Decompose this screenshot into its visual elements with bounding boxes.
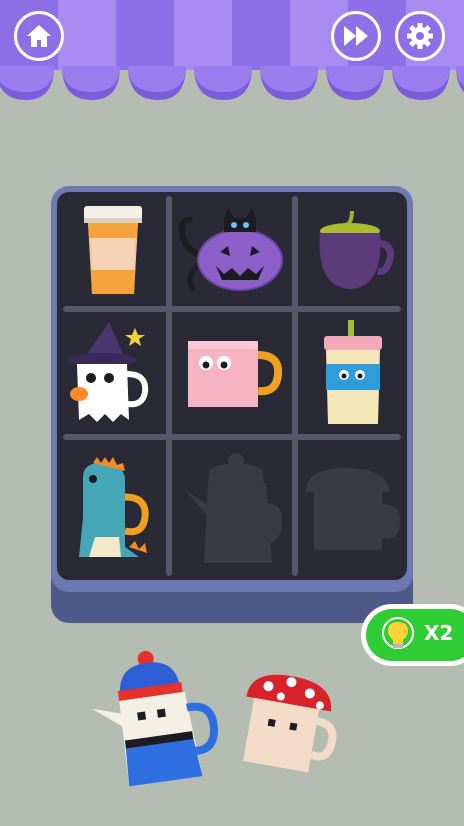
board-slot-ghost-witch-mug[interactable] bbox=[57, 312, 169, 436]
lightbulb-icon bbox=[382, 617, 414, 649]
tray-piece-beanie-teapot[interactable] bbox=[92, 648, 220, 788]
home-icon bbox=[27, 25, 51, 47]
board-slot-coffee-cup[interactable] bbox=[57, 192, 169, 310]
cauldron-pot-icon bbox=[319, 210, 394, 289]
board-slot-blue-face-cup[interactable] bbox=[297, 312, 407, 436]
pink-face-mug-icon bbox=[188, 341, 282, 407]
fast-forward-icon bbox=[344, 26, 368, 46]
dinosaur-mug-icon bbox=[79, 457, 149, 557]
board-grid bbox=[57, 192, 407, 580]
board-slot-purple-cauldron[interactable] bbox=[297, 192, 407, 310]
board-slot-mushroom-mug-target[interactable] bbox=[297, 442, 407, 576]
settings-button[interactable] bbox=[395, 11, 445, 61]
pumpkin-cat-teapot-icon bbox=[178, 208, 283, 292]
coffee-cup-icon bbox=[84, 206, 142, 294]
gear-icon bbox=[407, 23, 433, 49]
board-slot-dinosaur-mug[interactable] bbox=[57, 442, 169, 576]
teapot-silhouette-icon bbox=[184, 453, 283, 563]
tray-piece-mushroom-mug[interactable] bbox=[232, 670, 342, 780]
board-slot-teapot-target[interactable] bbox=[175, 442, 289, 576]
board-slot-pumpkin-cat-teapot[interactable] bbox=[175, 192, 289, 310]
home-button[interactable] bbox=[14, 11, 64, 61]
awning bbox=[0, 0, 464, 104]
hint-count-label: X2 bbox=[424, 621, 454, 645]
skip-level-button[interactable] bbox=[331, 11, 381, 61]
mushroom-mug-icon bbox=[243, 674, 337, 773]
ghost-witch-mug-icon bbox=[69, 322, 149, 422]
beanie-teapot-icon bbox=[92, 650, 218, 787]
board-slot-pink-face-mug[interactable] bbox=[175, 312, 289, 436]
blue-face-cup-icon bbox=[324, 320, 382, 424]
mushroom-mug-silhouette-icon bbox=[306, 468, 401, 550]
